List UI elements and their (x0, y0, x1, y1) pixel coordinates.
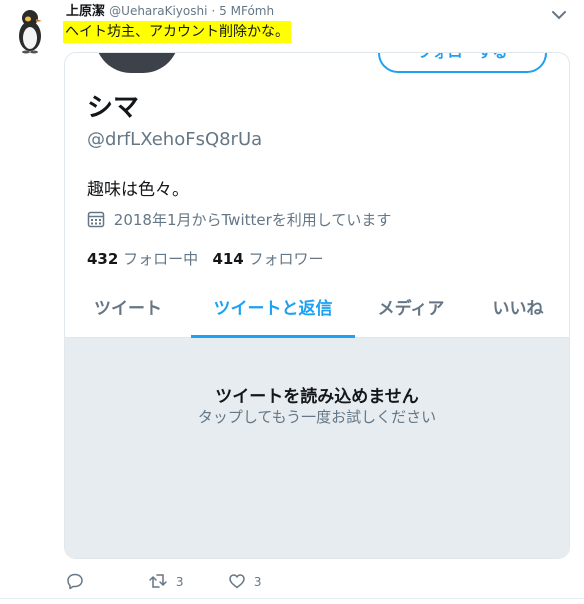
profile-bio: 趣味は色々。 (87, 180, 189, 200)
profile-tabs: ツイート ツイートと返信 メディア いいね (65, 281, 569, 338)
heart-icon (228, 574, 250, 589)
profile-handle: @drfLXehoFsQ8rUa (87, 129, 263, 150)
divider (0, 598, 584, 599)
tab-likes[interactable]: いいね (467, 281, 569, 337)
retweet-count: 3 (175, 575, 184, 589)
avatar[interactable] (8, 4, 52, 54)
like-count: 3 (253, 575, 262, 589)
profile-name: シマ (87, 93, 140, 123)
tweet-header: 上原潔 @UeharaKiyoshi · 5 MFómh (66, 3, 274, 20)
reply-button[interactable] (66, 572, 84, 592)
chevron-down-icon[interactable] (551, 6, 567, 20)
profile-stats: 432 フォロー中 414 フォロワー (87, 248, 324, 269)
tab-tweets[interactable]: ツイート (65, 281, 191, 337)
following-link[interactable]: 432 フォロー中 (87, 250, 203, 268)
followers-label: フォロワー (248, 250, 324, 268)
tab-label: ツイート (94, 299, 162, 319)
tab-label: メディア (377, 299, 445, 319)
author-name[interactable]: 上原潔 (66, 4, 105, 19)
following-count: 432 (87, 250, 119, 268)
profile-picture (91, 53, 183, 77)
like-button[interactable]: 3 (228, 572, 261, 592)
tab-media[interactable]: メディア (355, 281, 467, 337)
tab-tweets-and-replies[interactable]: ツイートと返信 (191, 281, 355, 338)
tab-label: ツイートと返信 (213, 299, 333, 319)
tweet-time[interactable]: · 5 MFómh (212, 4, 275, 18)
tweets-error-area[interactable]: ツイートを読み込めません タップしてもう一度お試しください (65, 338, 569, 558)
error-title: ツイートを読み込めません (215, 387, 419, 407)
error-subtitle: タップしてもう一度お試しください (197, 408, 437, 426)
calendar-icon (87, 211, 114, 229)
author-handle[interactable]: @UeharaKiyoshi (109, 4, 207, 18)
profile-joined: 2018年1月からTwitterを利用しています (87, 209, 391, 230)
tweet-text: ヘイト坊主、アカウント削除かな。 (63, 21, 291, 43)
retweet-icon (148, 574, 172, 589)
followers-count: 414 (212, 250, 244, 268)
profile-card[interactable]: フォローする シマ @drfLXehoFsQ8rUa 趣味は色々。 2018年1… (64, 52, 570, 559)
followers-link[interactable]: 414 フォロワー (212, 250, 323, 268)
follow-button[interactable]: フォローする (378, 53, 547, 73)
joined-text: 2018年1月からTwitterを利用しています (113, 211, 392, 229)
reply-icon (66, 573, 84, 590)
retweet-button[interactable]: 3 (148, 572, 183, 592)
tab-label: いいね (492, 299, 544, 319)
following-label: フォロー中 (123, 250, 199, 268)
